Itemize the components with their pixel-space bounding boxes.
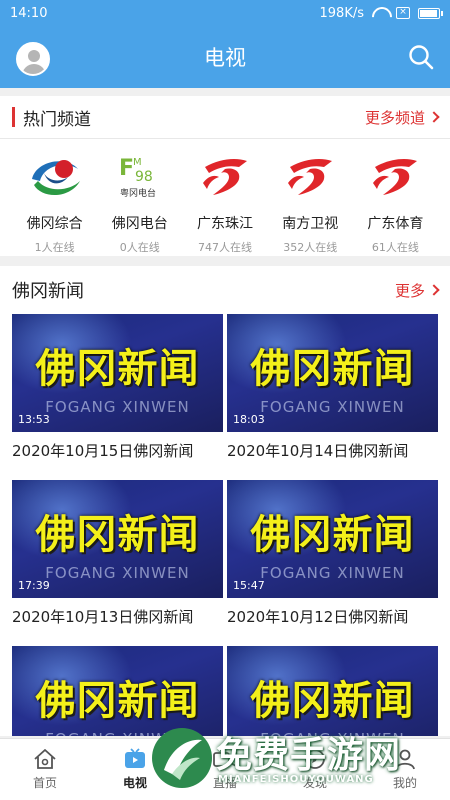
- channel-viewers: 352人在线: [283, 241, 338, 254]
- status-time: 14:10: [10, 5, 48, 21]
- watermark-text: 免费手游网: [216, 735, 402, 776]
- watermark-logo-icon: [152, 728, 212, 788]
- gdtv-logo: [366, 147, 424, 205]
- radio-logo-text: 粤冈电台: [120, 187, 156, 199]
- tab-home[interactable]: 首页: [0, 739, 90, 800]
- channel-name: 广东珠江: [197, 216, 253, 232]
- channel-name: 佛冈电台: [111, 216, 168, 232]
- channel-viewers: 747人在线: [198, 241, 252, 254]
- app-bar: 电视: [0, 26, 450, 88]
- more-channels-label: 更多频道: [364, 108, 425, 127]
- svg-text:M: M: [133, 157, 142, 168]
- tab-label: 首页: [32, 776, 57, 790]
- status-bar: 14:10 198K/s ×: [0, 0, 450, 26]
- hot-channels-section: 热门频道 更多频道 佛冈综合 1人在线 F M 98 粤冈电台 佛冈电台 0人在…: [0, 96, 450, 256]
- chevron-right-icon: [428, 111, 440, 123]
- thumb-title: 佛冈新闻: [250, 678, 415, 724]
- network-speed: 198K/s: [319, 5, 365, 21]
- watermark: 免费手游网 MIANFEISHOUYOUWANG: [150, 722, 440, 794]
- news-card[interactable]: 佛冈新闻 FOGANG XINWEN 15:47 2020年10月12日佛冈新闻: [227, 480, 438, 646]
- channel-item-nanfang[interactable]: 南方卫视 352人在线: [268, 147, 353, 255]
- more-news-link[interactable]: 更多: [394, 280, 440, 301]
- more-channels-link[interactable]: 更多频道: [364, 107, 440, 128]
- channel-item-gd-sports[interactable]: 广东体育 61人在线: [353, 147, 438, 255]
- avatar[interactable]: [16, 42, 50, 76]
- news-card[interactable]: 佛冈新闻 FOGANG XINWEN 18:03 2020年10月14日佛冈新闻: [227, 314, 438, 480]
- home-icon: [34, 749, 56, 769]
- battery-icon: [418, 7, 443, 19]
- channel-item-fogang-radio[interactable]: F M 98 粤冈电台 佛冈电台 0人在线: [97, 147, 182, 255]
- channel-name: 佛冈综合: [26, 216, 83, 232]
- more-news-label: 更多: [394, 281, 425, 300]
- channel-item-gd-zhujiang[interactable]: 广东珠江 747人在线: [182, 147, 267, 255]
- fogang-news-section: 佛冈新闻 更多 佛冈新闻 FOGANG XINWEN 13:53 2020年10…: [0, 266, 450, 736]
- thumb-title: 佛冈新闻: [250, 346, 415, 392]
- news-card[interactable]: 佛冈新闻 FOGANG XINWEN 13:53 2020年10月15日佛冈新闻: [12, 314, 223, 480]
- news-header: 佛冈新闻 更多: [0, 266, 450, 314]
- news-caption: 2020年10月12日佛冈新闻: [227, 608, 409, 626]
- svg-text:F: F: [119, 156, 134, 181]
- video-thumbnail[interactable]: 佛冈新闻 FOGANG XINWEN 13:53: [12, 314, 223, 432]
- hot-channels-title: 热门频道: [23, 109, 91, 130]
- channel-name: 广东体育: [367, 216, 424, 232]
- chevron-right-icon: [428, 284, 440, 296]
- channel-name: 南方卫视: [282, 216, 339, 232]
- channel-viewers: 0人在线: [119, 241, 160, 254]
- gdtv-logo: [281, 147, 339, 205]
- thumb-title: 佛冈新闻: [250, 512, 415, 558]
- channel-viewers: 61人在线: [371, 241, 419, 254]
- channel-viewers: 1人在线: [34, 241, 75, 254]
- hot-channels-header: 热门频道 更多频道: [0, 96, 450, 138]
- news-card[interactable]: 佛冈新闻 FOGANG XINWEN 17:39 2020年10月13日佛冈新闻: [12, 480, 223, 646]
- news-title: 佛冈新闻: [12, 281, 84, 302]
- tab-label: 电视: [122, 776, 147, 790]
- video-duration: 18:03: [233, 413, 265, 426]
- gdtv-logo: [196, 147, 254, 205]
- sim-icon: ×: [396, 7, 410, 19]
- fogang-radio-logo: F M 98 粤冈电台: [111, 147, 169, 205]
- news-grid: 佛冈新闻 FOGANG XINWEN 13:53 2020年10月15日佛冈新闻…: [0, 314, 450, 736]
- radio-logo-number: 98: [135, 169, 153, 185]
- video-thumbnail[interactable]: 佛冈新闻 FOGANG XINWEN 18:03: [227, 314, 438, 432]
- video-duration: 15:47: [233, 579, 265, 592]
- video-duration: 17:39: [18, 579, 50, 592]
- fogang-tv-logo: [26, 147, 84, 205]
- news-caption: 2020年10月13日佛冈新闻: [12, 608, 194, 626]
- section-marker: [12, 107, 15, 127]
- search-icon[interactable]: [408, 44, 434, 70]
- channel-item-fogang-tv[interactable]: 佛冈综合 1人在线: [12, 147, 97, 255]
- thumb-title: 佛冈新闻: [35, 512, 200, 558]
- news-caption: 2020年10月14日佛冈新闻: [227, 442, 409, 460]
- thumb-title: 佛冈新闻: [35, 678, 200, 724]
- page-title: 电视: [204, 46, 246, 70]
- video-thumbnail[interactable]: 佛冈新闻 FOGANG XINWEN 17:39: [12, 480, 223, 598]
- thumb-title: 佛冈新闻: [35, 346, 200, 392]
- video-duration: 13:53: [18, 413, 50, 426]
- video-thumbnail[interactable]: 佛冈新闻 FOGANG XINWEN 15:47: [227, 480, 438, 598]
- watermark-subtext: MIANFEISHOUYOUWANG: [218, 774, 374, 785]
- news-caption: 2020年10月15日佛冈新闻: [12, 442, 194, 460]
- wifi-icon: [372, 7, 388, 19]
- tv-icon: [125, 748, 145, 768]
